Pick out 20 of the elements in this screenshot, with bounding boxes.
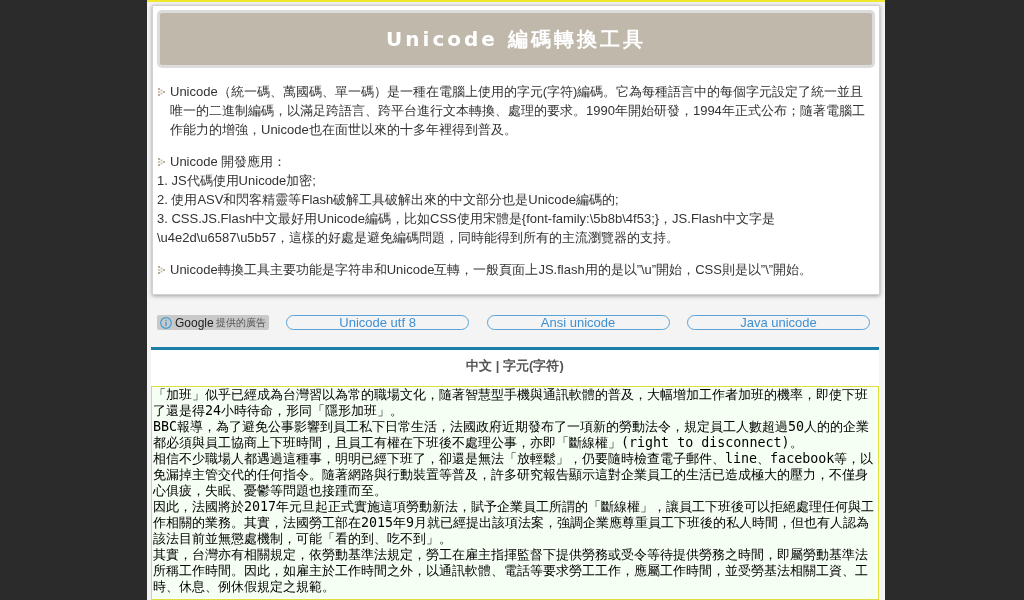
list-heading: Unicode 開發應用：: [170, 153, 288, 171]
text-paragraph: 「加班」似乎已經成為台灣習以為常的職場文化，隨著智慧型手機與通訊軟體的普及，大幅增加工作者加班的機率，即使下班了還是得24小時待命，形同「隱形加班」。: [153, 387, 869, 419]
text-paragraph: 相信不少職場人都遇過這種事，明明已經下班了，卻還是無法「放輕鬆」，仍要隨時檢查電子郵件、line、facebook等，以免漏掉主管交代的任何指令。隨著網路與行動裝置等普及，許多研究報告顯示這對企業員工的生活已造成極大的壓力，不僅身心俱疲，失眠、憂鬱等問題也接踵而至。: [153, 451, 875, 499]
page-title: Unicode 編碼轉換工具: [386, 26, 646, 52]
paragraph: Unicode轉換工具主要功能是字符串和Unicode互轉，一般頁面上JS.flash用的是以”\u”開始，CSS則是以”\”開始。: [170, 261, 814, 279]
text-input-area[interactable]: [151, 386, 879, 600]
text-paragraph: BBC報導，為了避免公事影響到員工私下日常生活，法國政府近期發布了一項新的勞動法令，規定員工人數超過50人的的企業都必須與員工協商上下班時間，且員工有權在下班後不處理公事，亦即「斷線權」(right to disconnect)。: [153, 419, 871, 451]
paragraph: Unicode（統一碼、萬國碼、單一碼）是一種在電腦上使用的字元(字符)編碼。它為每種語言中的每個字元設定了統一並且唯一的二進制編碼，以滿足跨語言、跨平台進行文本轉換、處理的要求。1990年開始研發，1994年正式公布；隨著電腦工作能力的增強，Unicode也在面世以來的十多年裡得到普及。: [170, 83, 866, 139]
text-paragraph: 因此，法國將於2017年元旦起正式實施這項勞動新法，賦予企業員工所謂的「斷線權」，讓員工下班後可以拒絕處理任何與工作相關的業務。其實，法國勞工部在2015年9月就已經提出該項法案，強調企業應尊重員工下班後的私人時間，但也有人認為該法目前並無懲處機制，可能「看的到、吃不到」。: [153, 499, 876, 547]
list-item: 1. JS代碼使用Unicode加密;: [157, 172, 317, 190]
bullet-icon: [158, 158, 165, 166]
bullet-icon: [158, 266, 165, 274]
section-heading: 中文 | 字元(字符): [465, 357, 565, 375]
ad-note: 提供的廣告: [215, 315, 266, 330]
list-item: 3. CSS.JS.Flash中文最好用Unicode編碼，比如CSS使用宋體是{font-family:\5b8b\4f53;}，JS.Flash中文字是\u4e2d\u6587\u5b57，這樣的好處是避免編碼問題，同時能得到所有的主流瀏覽器的支持。: [157, 210, 776, 247]
ad-brand: Google: [175, 315, 214, 330]
list-item: 2. 使用ASV和閃客精靈等Flash破解工具破解出來的中文部分也是Unicode編碼的;: [157, 191, 620, 209]
info-icon: [160, 316, 172, 329]
bullet-icon: [158, 88, 165, 96]
text-paragraph: 其實，台灣亦有相關規定，依勞動基準法規定，勞工在雇主指揮監督下提供勞務或受令等待提供勞務之時間，即屬勞動基準法所稱工作時間。因此，如雇主於工作時間之外，以通訊軟體、電話等要求勞工工作，應屬工作時間，並受勞基法相關工資、工時、休息、例休假規定之規範。: [153, 547, 869, 595]
